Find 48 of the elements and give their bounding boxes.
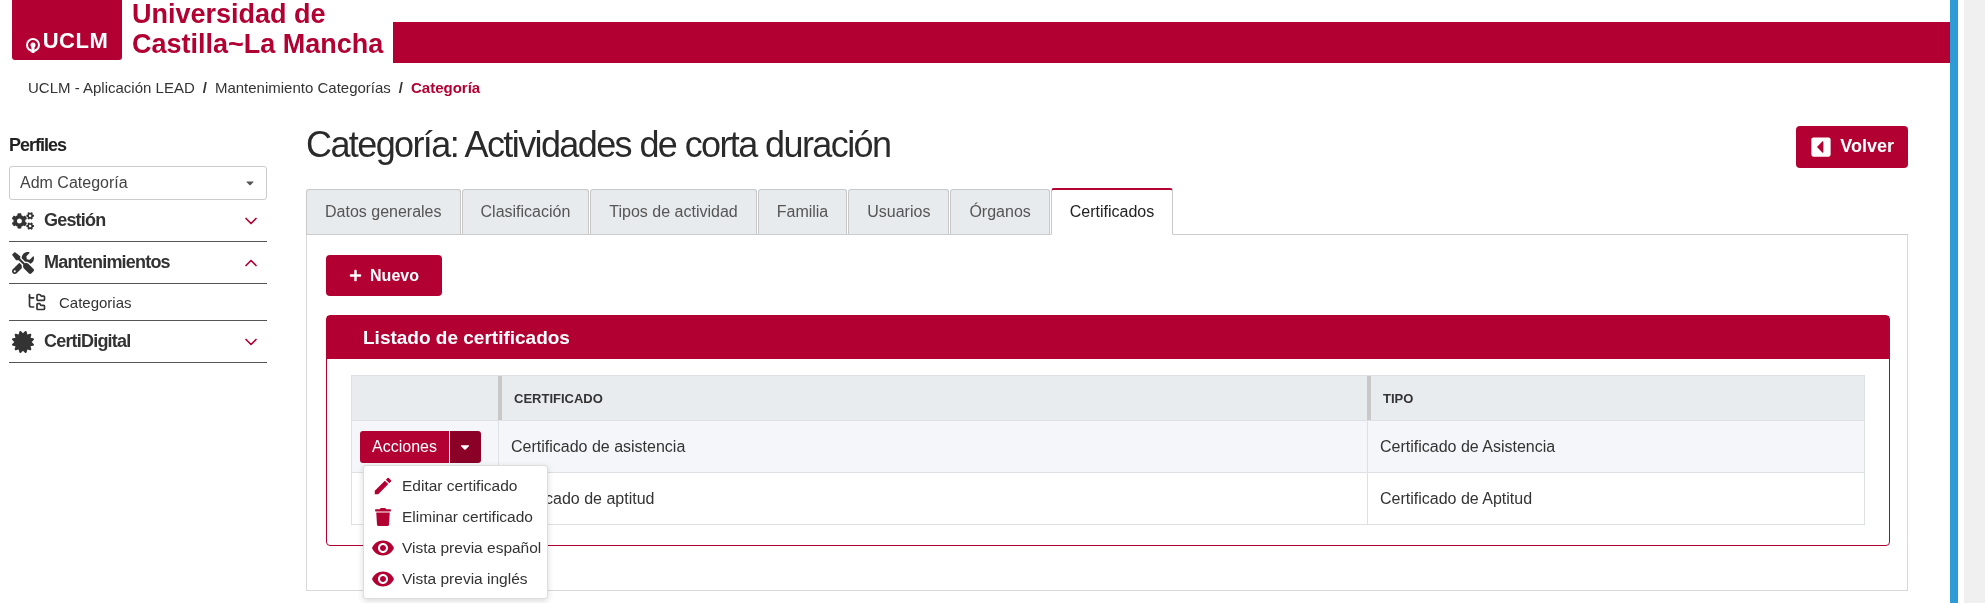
column-header: TIPO xyxy=(1367,376,1864,420)
plus-icon xyxy=(349,269,363,282)
menu-item[interactable]: Vista previa español xyxy=(364,532,542,563)
sidebar-subitem[interactable]: Categorias xyxy=(9,284,267,321)
card-title: Listado de certificados xyxy=(327,316,1889,359)
breadcrumb-link[interactable]: UCLM - Aplicación LEAD xyxy=(28,78,195,96)
table-cell: Certificado de asistencia xyxy=(498,420,1367,472)
menu-item-label: Vista previa inglés xyxy=(402,569,528,588)
tab[interactable]: Clasificación xyxy=(461,189,590,234)
tools-icon xyxy=(12,251,34,274)
new-button[interactable]: Nuevo xyxy=(326,255,442,296)
table-cell: Certificado de Asistencia xyxy=(1367,420,1864,472)
menu-item[interactable]: Eliminar certificado xyxy=(364,501,542,532)
breadcrumb-separator: / xyxy=(398,78,403,96)
sidebar-item[interactable]: Mantenimientos xyxy=(9,242,267,284)
back-button[interactable]: Volver xyxy=(1796,125,1908,168)
column-header: CERTIFICADO xyxy=(498,376,1367,420)
profile-select[interactable]: Adm Categoría xyxy=(9,166,267,200)
menu-item[interactable]: Editar certificado xyxy=(364,470,542,501)
table-cell: Certificado de Aptitud xyxy=(1367,472,1864,524)
tab[interactable]: Órganos xyxy=(950,189,1050,234)
logo-emblem-icon xyxy=(25,38,40,54)
logo-text: UCLM xyxy=(42,28,109,54)
menu-item-label: Vista previa español xyxy=(402,538,542,557)
trash-icon xyxy=(374,507,392,526)
dropdown-toggle[interactable] xyxy=(448,430,481,463)
tab[interactable]: Datos generales xyxy=(306,189,461,234)
tab[interactable]: Usuarios xyxy=(848,189,950,234)
folder-tree-icon xyxy=(27,292,47,312)
sidebar-title: Perfiles xyxy=(9,133,68,157)
breadcrumb-separator: / xyxy=(202,78,207,96)
tab[interactable]: Tipos de actividad xyxy=(590,189,757,234)
actions-button[interactable]: Acciones xyxy=(360,430,449,463)
back-icon xyxy=(1810,135,1833,158)
page-title: Categoría: Actividades de corta duración xyxy=(306,123,891,166)
tab[interactable]: Certificados xyxy=(1050,188,1174,235)
tab[interactable]: Familia xyxy=(757,189,848,234)
sidebar-item[interactable]: CertiDigital xyxy=(9,321,267,363)
menu-item-label: Eliminar certificado xyxy=(402,507,533,526)
breadcrumb-current: Categoría xyxy=(411,78,481,96)
breadcrumb-link[interactable]: Mantenimiento Categorías xyxy=(214,78,391,96)
gears-icon xyxy=(12,209,34,232)
university-name: Castilla~La Mancha xyxy=(132,29,384,59)
university-name: Universidad de xyxy=(132,0,327,29)
menu-item-label: Editar certificado xyxy=(402,476,518,495)
menu-item[interactable]: Vista previa inglés xyxy=(364,563,542,594)
sidebar-item[interactable]: Gestión xyxy=(9,200,267,242)
seal-icon xyxy=(12,330,34,353)
